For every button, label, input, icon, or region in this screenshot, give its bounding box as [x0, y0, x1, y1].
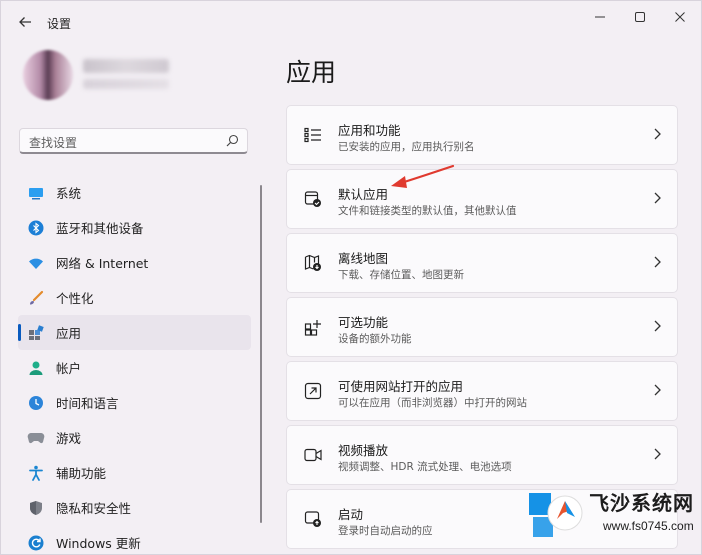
- sidebar-item-accessibility[interactable]: 辅助功能: [18, 455, 251, 490]
- account-icon: [27, 359, 45, 377]
- page-title: 应用: [286, 58, 337, 87]
- settings-window: 设置 查找设置 系统 蓝牙和其他设备 网络 & Internet 个性化 应用 …: [0, 0, 702, 555]
- card-description: 已安装的应用，应用执行别名: [338, 141, 475, 153]
- bluetooth-icon: [27, 219, 45, 237]
- annotation-arrow: [391, 164, 455, 188]
- video-playback-icon: [303, 445, 323, 465]
- card-description: 可以在应用（而非浏览器）中打开的网站: [338, 397, 527, 409]
- chevron-right-icon: [654, 256, 661, 268]
- system-icon: [27, 184, 45, 202]
- privacy-icon: [27, 499, 45, 517]
- windows-update-icon: [27, 534, 45, 552]
- apps-features-icon: [303, 125, 323, 145]
- sidebar-item-system[interactable]: 系统: [18, 175, 251, 210]
- sidebar-item-label: 应用: [56, 326, 82, 341]
- time-language-icon: [27, 394, 45, 412]
- chevron-right-icon: [654, 384, 661, 396]
- search-icon: [226, 134, 239, 147]
- watermark-logo-icon: [529, 493, 583, 537]
- sidebar-item-label: 个性化: [56, 291, 94, 306]
- minimize-icon: [595, 16, 605, 18]
- offline-maps-icon: [303, 253, 323, 273]
- sidebar-item-bluetooth[interactable]: 蓝牙和其他设备: [18, 210, 251, 245]
- card-title: 视频播放: [338, 443, 389, 458]
- profile-email-blurred: [83, 79, 169, 89]
- chevron-right-icon: [654, 448, 661, 460]
- watermark: 飞沙系统网 www.fs0745.com: [513, 479, 701, 554]
- card-title: 可使用网站打开的应用: [338, 379, 464, 394]
- title-bar: 设置: [1, 1, 701, 43]
- sidebar-item-label: 隐私和安全性: [56, 501, 132, 516]
- card-description: 文件和链接类型的默认值，其他默认值: [338, 205, 517, 217]
- sidebar-item-label: 时间和语言: [56, 396, 119, 411]
- sidebar-item-label: Windows 更新: [56, 536, 141, 551]
- sidebar-item-accounts[interactable]: 帐户: [18, 350, 251, 385]
- card-video-playback[interactable]: 视频播放 视频调整、HDR 流式处理、电池选项: [286, 425, 678, 485]
- sidebar-item-network[interactable]: 网络 & Internet: [18, 245, 251, 280]
- sidebar-item-label: 系统: [56, 186, 82, 201]
- card-apps-features[interactable]: 应用和功能 已安装的应用，应用执行别名: [286, 105, 678, 165]
- sidebar-item-privacy[interactable]: 隐私和安全性: [18, 490, 251, 525]
- network-icon: [27, 254, 45, 272]
- card-title: 可选功能: [338, 315, 389, 330]
- sidebar-item-label: 游戏: [56, 431, 82, 446]
- maximize-button[interactable]: [623, 7, 657, 27]
- active-indicator: [18, 324, 21, 341]
- card-title: 启动: [338, 507, 364, 522]
- chevron-right-icon: [654, 320, 661, 332]
- accessibility-icon: [27, 464, 45, 482]
- chevron-right-icon: [654, 192, 661, 204]
- apps-for-websites-icon: [303, 381, 323, 401]
- sidebar-item-gaming[interactable]: 游戏: [18, 420, 251, 455]
- sidebar-item-label: 网络 & Internet: [56, 256, 149, 271]
- personalization-icon: [27, 289, 45, 307]
- sidebar-item-apps[interactable]: 应用: [18, 315, 251, 350]
- watermark-url: www.fs0745.com: [603, 519, 694, 533]
- card-optional-features[interactable]: 可选功能 设备的额外功能: [286, 297, 678, 357]
- card-apps-for-websites[interactable]: 可使用网站打开的应用 可以在应用（而非浏览器）中打开的网站: [286, 361, 678, 421]
- sidebar-item-label: 辅助功能: [56, 466, 107, 481]
- default-apps-icon: [303, 189, 323, 209]
- window-title: 设置: [47, 17, 72, 31]
- startup-icon: [303, 509, 323, 529]
- profile-name-blurred: [83, 59, 169, 73]
- sidebar-item-label: 蓝牙和其他设备: [56, 221, 144, 236]
- back-button[interactable]: [15, 12, 35, 32]
- close-icon: [675, 12, 685, 22]
- optional-features-icon: [303, 317, 323, 337]
- card-description: 下载、存储位置、地图更新: [338, 269, 464, 281]
- gaming-icon: [27, 429, 45, 447]
- back-arrow-icon: [19, 17, 31, 27]
- sidebar-item-personalization[interactable]: 个性化: [18, 280, 251, 315]
- apps-icon: [27, 324, 45, 342]
- search-placeholder: 查找设置: [29, 136, 78, 150]
- sidebar-item-windows-update[interactable]: Windows 更新: [18, 525, 251, 554]
- close-button[interactable]: [663, 7, 697, 27]
- card-description: 设备的额外功能: [338, 333, 412, 345]
- card-description: 视频调整、HDR 流式处理、电池选项: [338, 461, 512, 473]
- card-title: 默认应用: [338, 187, 389, 202]
- card-title: 离线地图: [338, 251, 389, 266]
- avatar[interactable]: [23, 50, 73, 100]
- maximize-icon: [635, 12, 645, 22]
- sidebar-item-label: 帐户: [56, 361, 82, 376]
- main-scrollbar[interactable]: [692, 27, 695, 507]
- chevron-right-icon: [654, 128, 661, 140]
- card-default-apps[interactable]: 默认应用 文件和链接类型的默认值，其他默认值: [286, 169, 678, 229]
- card-offline-maps[interactable]: 离线地图 下载、存储位置、地图更新: [286, 233, 678, 293]
- sidebar-item-time-language[interactable]: 时间和语言: [18, 385, 251, 420]
- card-description: 登录时自动启动的应: [338, 525, 433, 537]
- card-title: 应用和功能: [338, 123, 401, 138]
- sidebar-nav: 系统 蓝牙和其他设备 网络 & Internet 个性化 应用 帐户 时间和语言: [18, 175, 251, 554]
- sidebar-scrollbar[interactable]: [260, 185, 262, 523]
- watermark-name: 飞沙系统网: [589, 491, 694, 515]
- minimize-button[interactable]: [583, 7, 617, 27]
- search-input[interactable]: 查找设置: [19, 128, 248, 154]
